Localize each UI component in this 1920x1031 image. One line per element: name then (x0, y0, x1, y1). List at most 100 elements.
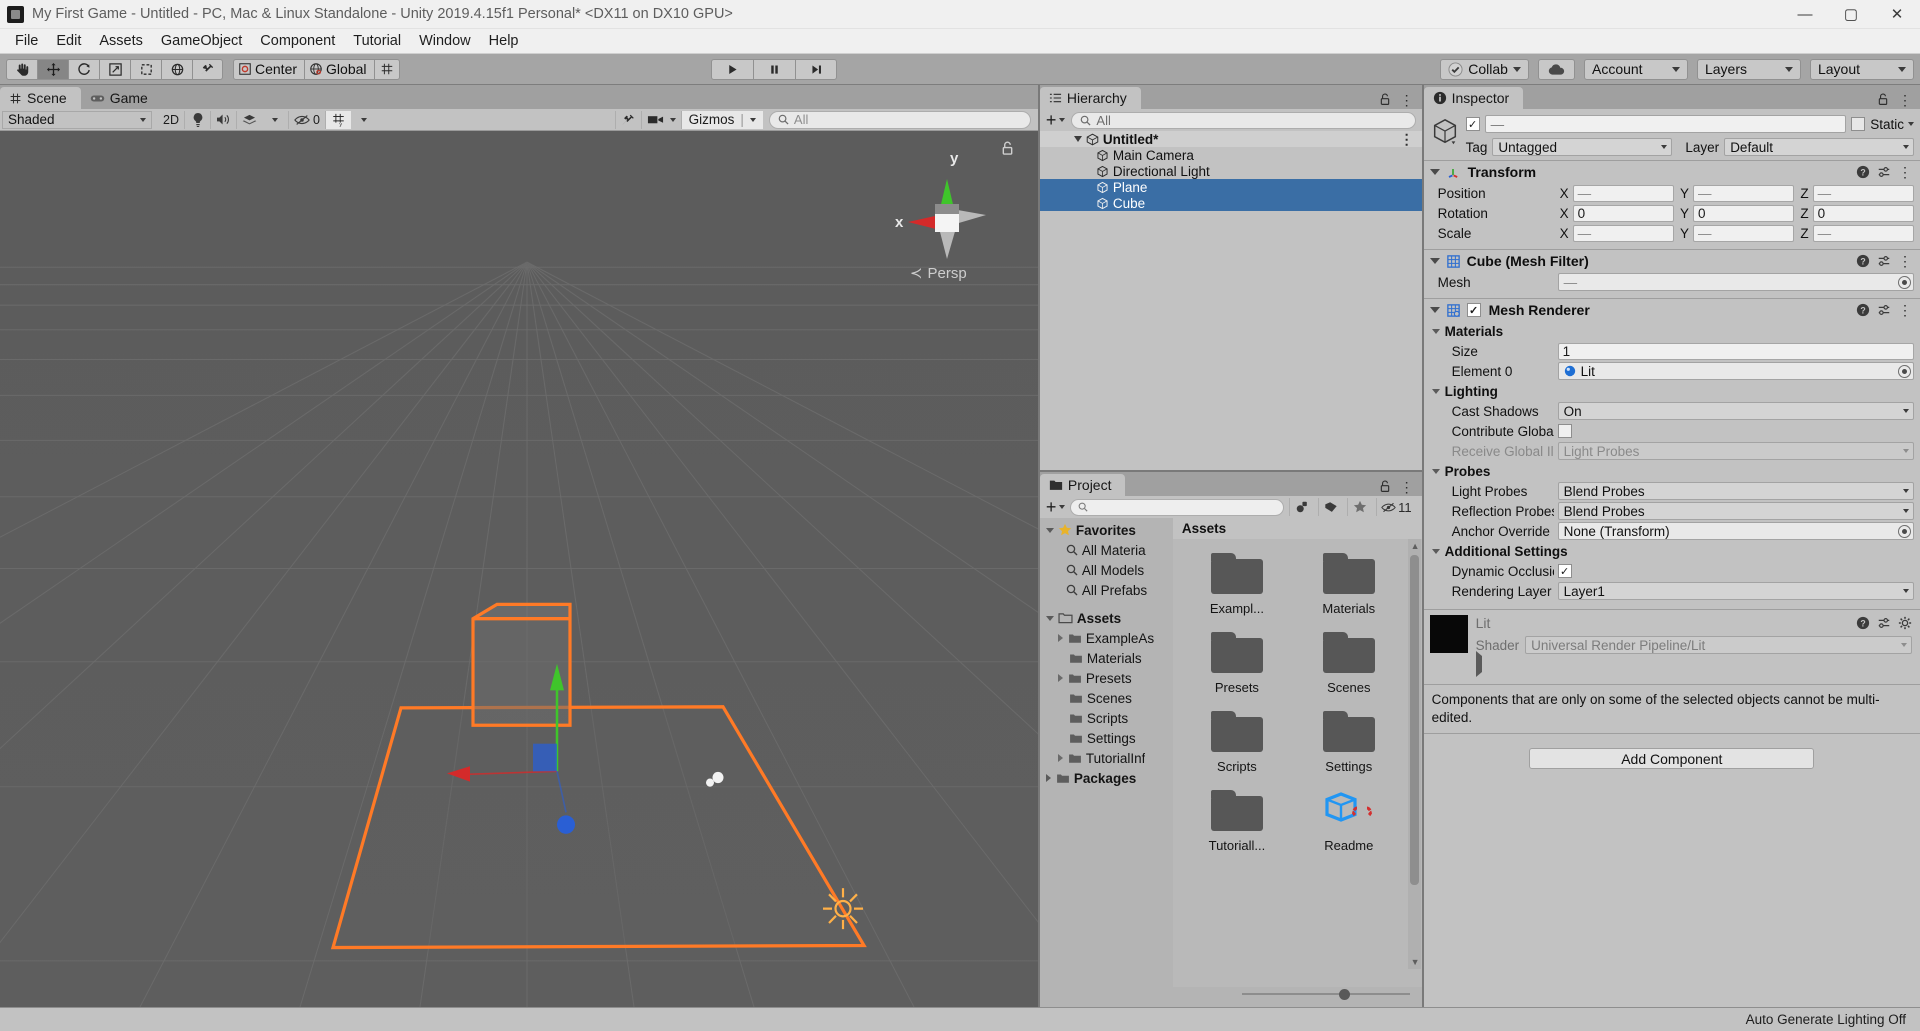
component-menu-icon[interactable]: ⋮ (1898, 254, 1912, 268)
chevron-down-icon[interactable] (1073, 136, 1082, 142)
scene-effects-dropdown[interactable] (262, 111, 288, 129)
zoom-knob[interactable] (1339, 988, 1351, 1000)
preset-icon[interactable] (1877, 303, 1891, 317)
scene-grid-dropdown[interactable] (351, 111, 377, 129)
layer-dropdown[interactable]: Default (1724, 138, 1914, 156)
project-tree-materials[interactable]: Materials (1040, 648, 1173, 668)
additional-settings-header[interactable]: Additional Settings (1424, 541, 1920, 561)
tab-inspector[interactable]: Inspector (1423, 87, 1524, 109)
component-header-mesh-filter[interactable]: Cube (Mesh Filter) ? ⋮ (1423, 249, 1920, 272)
scroll-down-icon[interactable]: ▼ (1411, 957, 1420, 967)
rotation-y-input[interactable]: 0 (1693, 204, 1795, 222)
hierarchy-row-cube[interactable]: Cube (1039, 195, 1422, 211)
component-header-mesh-renderer[interactable]: ✓ Mesh Renderer ? ⋮ (1423, 298, 1920, 321)
object-picker-icon[interactable] (1898, 524, 1911, 538)
project-tree-exampleassets[interactable]: ExampleAs (1040, 628, 1173, 648)
component-menu-icon[interactable]: ⋮ (1898, 303, 1912, 317)
project-asset-grid[interactable]: Exampl... Materials Presets Scenes Scrip… (1173, 539, 1422, 987)
project-grid-scrollbar[interactable]: ▲ ▼ (1407, 539, 1421, 969)
static-dropdown[interactable]: Static (1870, 117, 1914, 132)
scene-effects-button[interactable] (236, 110, 262, 129)
tab-project[interactable]: Project (1039, 474, 1126, 496)
asset-item[interactable]: Materials (1299, 553, 1399, 616)
pivot-mode-button[interactable]: Center (233, 58, 306, 80)
chevron-right-icon[interactable] (1475, 651, 1482, 677)
menu-help[interactable]: Help (480, 30, 528, 52)
menu-edit[interactable]: Edit (47, 30, 90, 52)
probes-section-header[interactable]: Probes (1424, 461, 1920, 481)
project-tree-tutorialinfo[interactable]: TutorialInf (1040, 748, 1173, 768)
custom-tool-button[interactable] (192, 58, 223, 80)
position-z-input[interactable]: — (1812, 184, 1914, 202)
asset-item[interactable]: Readme (1299, 790, 1399, 853)
chevron-down-icon[interactable] (1429, 169, 1440, 175)
scene-viewport[interactable]: y x ≺ Persp (0, 131, 1038, 1007)
scale-x-input[interactable]: — (1572, 224, 1674, 242)
project-favorites-header[interactable]: Favorites (1040, 520, 1173, 540)
asset-item[interactable]: Exampl... (1187, 553, 1287, 616)
maximize-button[interactable]: ▢ (1828, 0, 1874, 29)
rotation-z-input[interactable]: 0 (1812, 204, 1914, 222)
scene-tools-button[interactable] (614, 110, 641, 129)
object-picker-icon[interactable] (1898, 275, 1911, 289)
tab-hierarchy[interactable]: Hierarchy (1039, 87, 1141, 109)
asset-item[interactable]: Tutoriall... (1187, 790, 1287, 853)
project-tree-scenes[interactable]: Scenes (1040, 688, 1173, 708)
menu-component[interactable]: Component (251, 30, 344, 52)
help-icon[interactable]: ? (1856, 165, 1870, 179)
hierarchy-menu-icon[interactable]: ⋮ (1400, 93, 1414, 107)
asset-item[interactable]: Scenes (1299, 632, 1399, 695)
draw-mode-dropdown[interactable]: Shaded (2, 110, 152, 129)
lock-icon[interactable] (1877, 93, 1889, 106)
preset-icon[interactable] (1877, 254, 1891, 268)
project-hidden-count[interactable]: 11 (1376, 498, 1418, 516)
project-favorite-all-models[interactable]: All Models (1040, 560, 1173, 580)
asset-zoom-slider[interactable] (1241, 987, 1410, 1001)
scene-grid-button[interactable]: y (324, 110, 351, 129)
scrollbar-thumb[interactable] (1409, 555, 1419, 885)
chevron-down-icon[interactable] (1429, 307, 1440, 313)
project-tree-packages[interactable]: Packages (1040, 768, 1173, 788)
component-menu-icon[interactable]: ⋮ (1898, 165, 1912, 179)
project-breadcrumb[interactable]: Assets (1172, 518, 1422, 539)
scroll-up-icon[interactable]: ▲ (1411, 541, 1420, 551)
scale-tool-button[interactable] (99, 58, 130, 80)
static-checkbox[interactable] (1851, 117, 1866, 131)
materials-section-header[interactable]: Materials (1424, 321, 1920, 341)
scene-hidden-objects-button[interactable]: 0 (288, 110, 325, 129)
hierarchy-row-directional-light[interactable]: Directional Light (1040, 163, 1422, 179)
inspector-menu-icon[interactable]: ⋮ (1898, 93, 1912, 107)
mesh-object-field[interactable]: — (1557, 273, 1914, 291)
rotation-x-input[interactable]: 0 (1572, 204, 1674, 222)
menu-tutorial[interactable]: Tutorial (344, 30, 410, 52)
light-probes-dropdown[interactable]: Blend Probes (1557, 482, 1914, 500)
add-component-button[interactable]: Add Component (1529, 748, 1815, 770)
scene-search-input[interactable]: All (768, 110, 1031, 129)
menu-window[interactable]: Window (410, 30, 480, 52)
project-filter-type-button[interactable] (1289, 498, 1313, 516)
menu-gameobject[interactable]: GameObject (152, 30, 251, 52)
tag-dropdown[interactable]: Untagged (1492, 138, 1673, 156)
tab-game[interactable]: Game (81, 87, 162, 109)
project-tree-settings[interactable]: Settings (1040, 728, 1173, 748)
rendering-layer-dropdown[interactable]: Layer1 (1557, 582, 1914, 600)
contribute-gi-checkbox[interactable] (1557, 424, 1572, 438)
project-favorite-all-prefabs[interactable]: All Prefabs (1040, 580, 1173, 600)
pause-button[interactable] (753, 58, 796, 80)
grid-snap-button[interactable] (374, 58, 400, 80)
toggle-2d-button[interactable]: 2D (158, 111, 184, 129)
scale-z-input[interactable]: — (1812, 224, 1914, 242)
help-icon[interactable]: ? (1856, 616, 1870, 630)
scale-y-input[interactable]: — (1693, 224, 1795, 242)
hierarchy-row-plane[interactable]: Plane (1039, 179, 1422, 195)
account-button[interactable]: Account (1583, 58, 1688, 80)
step-button[interactable] (795, 58, 838, 80)
project-menu-icon[interactable]: ⋮ (1400, 480, 1414, 494)
project-tree[interactable]: Favorites All Materia All Models All Pre… (1039, 518, 1173, 1007)
asset-item[interactable]: Presets (1187, 632, 1287, 695)
collab-button[interactable]: Collab (1440, 58, 1529, 80)
menu-file[interactable]: File (6, 30, 47, 52)
rotate-tool-button[interactable] (68, 58, 99, 80)
project-search-input[interactable] (1070, 498, 1285, 516)
hierarchy-tree[interactable]: Untitled* ⋮ Main Camera Directional Ligh… (1039, 131, 1422, 470)
